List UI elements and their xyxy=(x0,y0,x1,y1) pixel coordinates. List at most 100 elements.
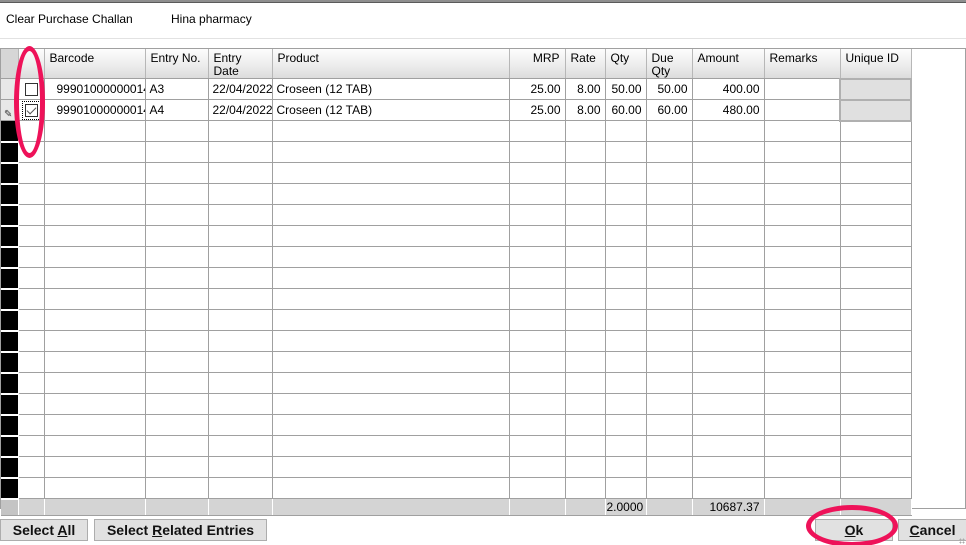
empty-table-row[interactable] xyxy=(1,477,912,500)
select-cell[interactable] xyxy=(18,78,45,100)
cell-mrp[interactable] xyxy=(509,267,566,289)
cell-entry-date[interactable] xyxy=(208,477,273,499)
cell-qty[interactable] xyxy=(605,141,647,163)
cell-entry-no[interactable]: A3 xyxy=(145,78,209,100)
empty-table-row[interactable] xyxy=(1,204,912,227)
cell-rate[interactable] xyxy=(565,120,606,142)
row-header[interactable] xyxy=(1,477,19,500)
cell-entry-no[interactable] xyxy=(145,288,209,310)
cell-entry-no[interactable] xyxy=(145,372,209,394)
cell-product[interactable] xyxy=(272,183,510,205)
empty-table-row[interactable] xyxy=(1,162,912,185)
select-cell[interactable] xyxy=(18,204,45,226)
cell-mrp[interactable] xyxy=(509,414,566,436)
cell-entry-date[interactable]: 22/04/2022 xyxy=(208,99,273,121)
cell-unique-id[interactable] xyxy=(840,330,912,352)
cell-mrp[interactable] xyxy=(509,393,566,415)
cell-due-qty[interactable] xyxy=(646,141,693,163)
cell-unique-id[interactable] xyxy=(840,225,912,247)
cell-amount[interactable] xyxy=(692,267,765,289)
table-row[interactable]: 99901000000014 A3 22/04/2022 Croseen (12… xyxy=(1,77,912,101)
cell-barcode[interactable] xyxy=(44,225,146,247)
col-header-select[interactable] xyxy=(18,49,45,79)
cell-product[interactable] xyxy=(272,414,510,436)
cell-remarks[interactable] xyxy=(764,414,841,436)
cell-entry-date[interactable] xyxy=(208,225,273,247)
cell-qty[interactable] xyxy=(605,288,647,310)
cell-remarks[interactable] xyxy=(764,351,841,373)
row-header[interactable] xyxy=(1,456,19,479)
cell-amount[interactable] xyxy=(692,372,765,394)
cell-due-qty[interactable] xyxy=(646,162,693,184)
cell-due-qty[interactable] xyxy=(646,183,693,205)
cell-product[interactable]: Croseen (12 TAB) xyxy=(272,99,510,121)
cell-entry-date[interactable] xyxy=(208,162,273,184)
cell-remarks[interactable] xyxy=(764,456,841,478)
cell-amount[interactable] xyxy=(692,246,765,268)
cell-rate[interactable] xyxy=(565,477,606,499)
cell-amount[interactable] xyxy=(692,288,765,310)
empty-table-row[interactable] xyxy=(1,120,912,143)
cell-product[interactable]: Croseen (12 TAB) xyxy=(272,78,510,100)
select-cell[interactable] xyxy=(18,120,45,142)
cell-entry-no[interactable] xyxy=(145,246,209,268)
cell-entry-no[interactable] xyxy=(145,477,209,499)
cell-remarks[interactable] xyxy=(764,435,841,457)
cell-entry-no[interactable] xyxy=(145,414,209,436)
cell-barcode[interactable] xyxy=(44,372,146,394)
cell-unique-id[interactable] xyxy=(840,204,912,226)
cell-entry-no[interactable] xyxy=(145,267,209,289)
cell-entry-date[interactable] xyxy=(208,330,273,352)
cell-rate[interactable] xyxy=(565,288,606,310)
cell-entry-no[interactable] xyxy=(145,456,209,478)
row-checkbox-checked[interactable] xyxy=(21,101,41,120)
cell-due-qty[interactable] xyxy=(646,225,693,247)
empty-table-row[interactable] xyxy=(1,393,912,416)
cell-rate[interactable] xyxy=(565,330,606,352)
col-header-remarks[interactable]: Remarks xyxy=(764,49,841,79)
cell-product[interactable] xyxy=(272,477,510,499)
cell-barcode[interactable] xyxy=(44,204,146,226)
cell-mrp[interactable] xyxy=(509,372,566,394)
col-header-unique-id[interactable]: Unique ID xyxy=(840,49,912,79)
cell-qty[interactable] xyxy=(605,372,647,394)
cell-amount[interactable] xyxy=(692,162,765,184)
cell-remarks[interactable] xyxy=(764,393,841,415)
cell-entry-no[interactable] xyxy=(145,120,209,142)
cell-entry-date[interactable] xyxy=(208,141,273,163)
col-header-due-qty[interactable]: Due Qty xyxy=(646,49,693,79)
cell-qty[interactable] xyxy=(605,225,647,247)
cell-remarks[interactable] xyxy=(764,120,841,142)
row-header[interactable] xyxy=(1,141,19,164)
cell-mrp[interactable] xyxy=(509,330,566,352)
cell-qty[interactable] xyxy=(605,162,647,184)
cell-amount[interactable] xyxy=(692,351,765,373)
select-cell[interactable] xyxy=(18,435,45,457)
empty-table-row[interactable] xyxy=(1,141,912,164)
cell-due-qty[interactable] xyxy=(646,435,693,457)
empty-table-row[interactable] xyxy=(1,246,912,269)
row-header[interactable] xyxy=(1,204,19,227)
empty-table-row[interactable] xyxy=(1,267,912,290)
col-header-entry-date[interactable]: Entry Date xyxy=(208,49,273,79)
cell-rate[interactable] xyxy=(565,246,606,268)
select-cell[interactable] xyxy=(18,330,45,352)
row-header[interactable] xyxy=(1,414,19,437)
cell-unique-id[interactable] xyxy=(840,246,912,268)
select-cell[interactable] xyxy=(18,372,45,394)
select-all-corner[interactable] xyxy=(1,49,19,79)
cell-rate[interactable] xyxy=(565,204,606,226)
cell-unique-id[interactable] xyxy=(840,288,912,310)
cell-entry-date[interactable] xyxy=(208,309,273,331)
cell-entry-date[interactable] xyxy=(208,351,273,373)
select-cell[interactable] xyxy=(18,99,45,121)
row-header[interactable] xyxy=(1,372,19,395)
cell-qty[interactable]: 50.00 xyxy=(605,78,647,100)
cell-rate[interactable] xyxy=(565,456,606,478)
cell-rate[interactable] xyxy=(565,351,606,373)
cell-product[interactable] xyxy=(272,225,510,247)
cell-entry-no[interactable] xyxy=(145,330,209,352)
cell-entry-no[interactable] xyxy=(145,204,209,226)
col-header-entry-no[interactable]: Entry No. xyxy=(145,49,209,79)
cell-barcode[interactable] xyxy=(44,414,146,436)
